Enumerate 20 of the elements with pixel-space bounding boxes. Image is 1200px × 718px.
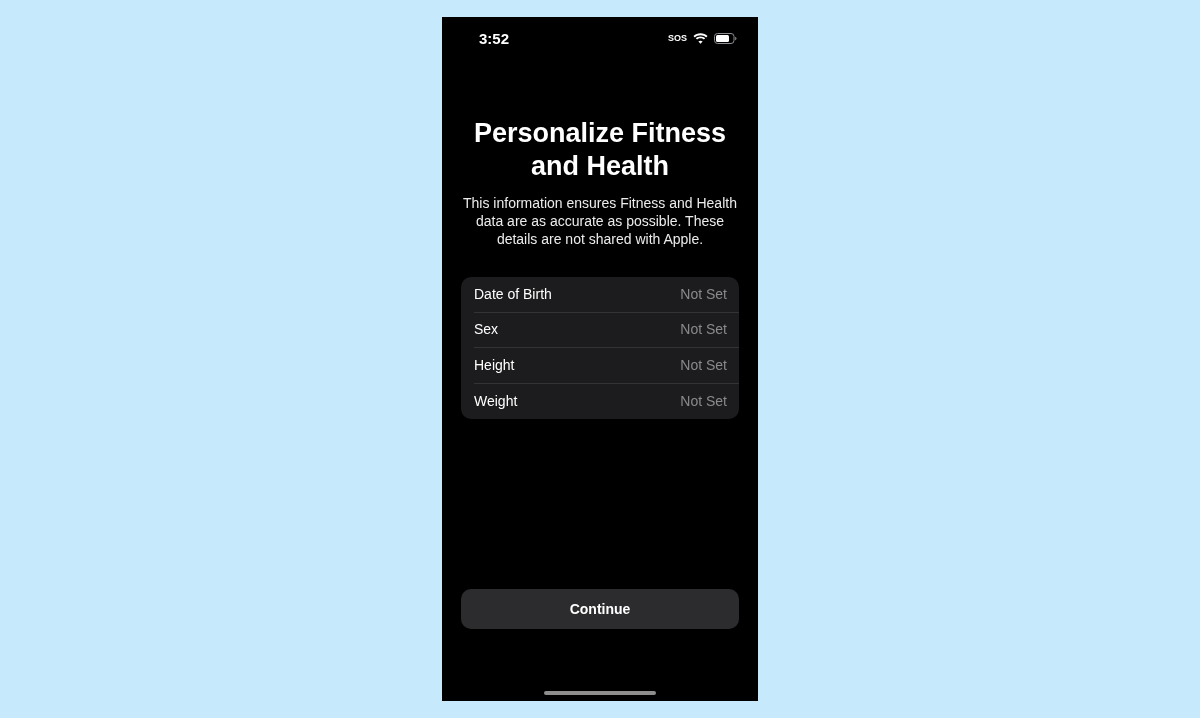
detail-value: Not Set — [680, 284, 727, 304]
continue-button[interactable]: Continue — [461, 589, 739, 629]
detail-label: Height — [474, 355, 515, 375]
detail-value: Not Set — [680, 391, 727, 411]
detail-label: Weight — [474, 391, 518, 411]
wifi-icon — [693, 32, 708, 44]
detail-label: Sex — [474, 320, 499, 340]
description-text: This information ensures Fitness and Health data are as accurate as possible. These details are not shared with Apple. — [462, 194, 738, 248]
home-indicator[interactable] — [544, 691, 656, 695]
detail-value: Not Set — [680, 320, 727, 340]
detail-row[interactable]: Weight Not Set — [461, 383, 739, 419]
status-time: 3:52 — [479, 30, 510, 46]
page-title: Personalize Fitness and Health — [472, 117, 728, 183]
sos-label: SOS — [668, 33, 687, 43]
detail-row[interactable]: Sex Not Set — [461, 312, 739, 348]
battery-icon — [714, 32, 737, 44]
detail-row[interactable]: Height Not Set — [461, 348, 739, 384]
detail-row[interactable]: Date of Birth Not Set — [461, 277, 739, 313]
detail-value: Not Set — [680, 355, 727, 375]
detail-label: Date of Birth — [474, 284, 552, 304]
